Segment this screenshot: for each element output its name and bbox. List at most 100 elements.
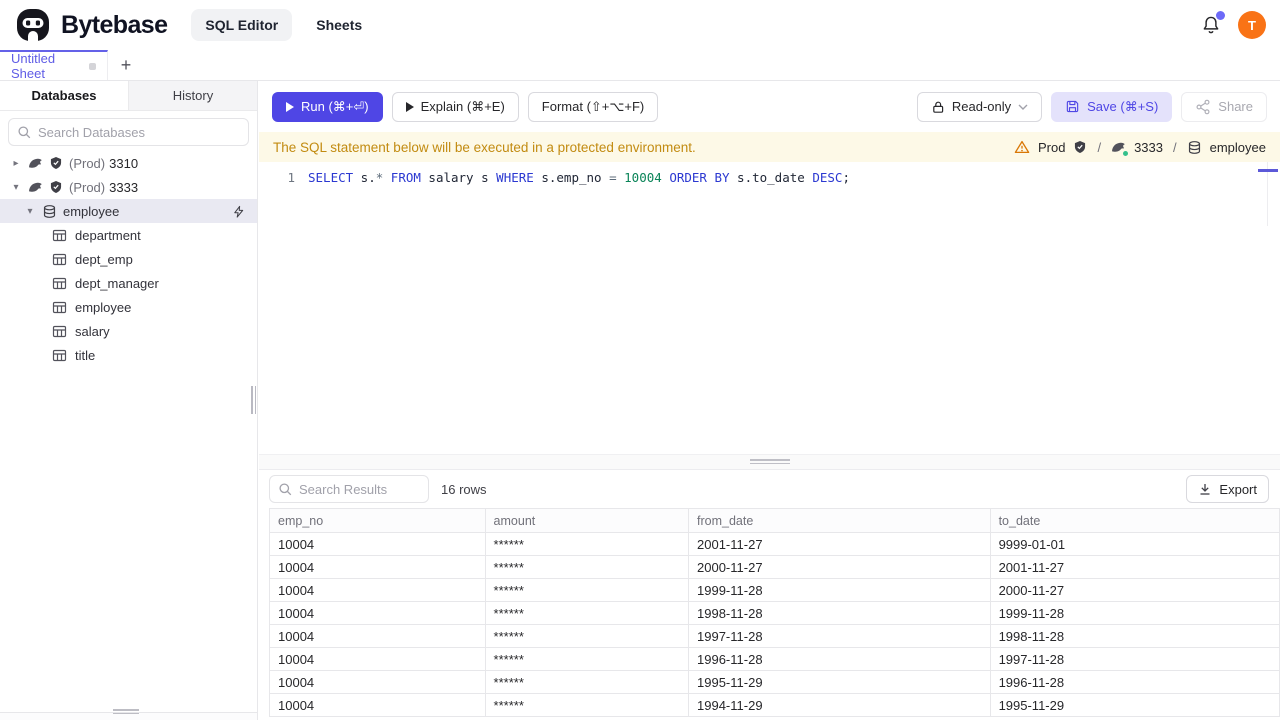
database-name: employee [63,203,120,219]
results-panel: 16 rows Export emp_noamountfrom_dateto_d… [259,470,1280,720]
tab-history[interactable]: History [129,81,257,110]
mysql-icon [28,156,43,171]
table-row[interactable]: 10004 ****** 1997-11-28 1998-11-28 [269,624,1280,648]
table-row[interactable]: 10004 ****** 2001-11-27 9999-01-01 [269,532,1280,556]
table-icon [52,348,67,363]
sidebar-resize-handle[interactable] [251,386,256,414]
protected-env-banner: The SQL statement below will be executed… [259,132,1280,162]
table-row[interactable]: 10004 ****** 1998-11-28 1999-11-28 [269,601,1280,625]
row-count: 16 rows [441,481,487,497]
sidebar-bottom-divider [0,709,257,720]
caret-down-icon[interactable]: ▾ [10,182,22,193]
database-label[interactable]: employee [1210,140,1266,155]
breadcrumb-separator: / [1097,139,1102,155]
notification-badge [1216,11,1225,20]
readonly-mode-button[interactable]: Read-only [916,91,1043,122]
table-row[interactable]: 10004 ****** 1999-11-28 2000-11-27 [269,578,1280,602]
lock-icon [931,100,945,114]
sidebar-table-item-salary[interactable]: salary [0,319,257,343]
results-table: emp_no amount from_date to_date 10004 ******… [269,508,1280,717]
toolbar-right: Read-only Save (⌘+S) Share [916,91,1267,122]
run-button[interactable]: Run (⌘+⏎) [272,91,383,122]
shield-icon [49,156,63,170]
table-name: department [75,227,141,243]
sheet-tabbar: Untitled Sheet + [0,50,1280,81]
sql-editor[interactable]: 1 SELECT s.* FROM salary s WHERE s.emp_n… [259,162,1280,454]
mysql-icon [1111,140,1129,156]
tab-databases[interactable]: Databases [0,81,129,110]
mysql-icon [28,180,43,195]
header-right: T [1201,11,1266,39]
play-icon [405,101,414,112]
splitter-handle-icon [749,459,790,466]
sidebar: Databases History ▸ (Pr [0,81,258,720]
instance-prod-3333[interactable]: ▾ (Prod) 3333 [0,175,257,199]
notifications-button[interactable] [1201,11,1225,35]
nav-sheets[interactable]: Sheets [302,9,376,41]
caret-right-icon[interactable]: ▸ [10,158,22,169]
sheet-tab-label: Untitled Sheet [11,51,56,81]
table-row[interactable]: 10004 ****** 1994-11-29 1995-11-29 [269,693,1280,717]
table-row[interactable]: 10004 ****** 1995-11-29 1996-11-28 [269,670,1280,694]
sidebar-table-item-dept_manager[interactable]: dept_manager [0,271,257,295]
database-icon [42,204,57,219]
instance-label[interactable]: 3333 [1134,140,1163,155]
results-toolbar: 16 rows Export [259,473,1280,505]
nav-sql-editor[interactable]: SQL Editor [191,9,293,41]
save-button[interactable]: Save (⌘+S) [1051,91,1173,122]
save-icon [1065,99,1080,114]
bytebase-logo[interactable]: Bytebase [14,6,168,44]
database-search[interactable] [8,118,249,146]
panel-splitter[interactable] [259,454,1280,470]
shield-icon [49,180,63,194]
share-button[interactable]: Share [1181,91,1267,122]
bytebase-logo-icon [14,6,52,44]
table-row[interactable]: 10004 ****** 1996-11-28 1997-11-28 [269,647,1280,671]
column-header-amount[interactable]: amount [484,508,690,533]
column-header-to_date[interactable]: to_date [989,508,1280,533]
search-databases-input[interactable] [38,124,240,140]
avatar[interactable]: T [1238,11,1266,39]
search-results-input[interactable] [299,481,420,497]
results-search[interactable] [269,475,429,503]
environment-label[interactable]: Prod [1038,140,1065,155]
top-nav: SQL Editor Sheets [191,9,376,41]
instance-prod-3310[interactable]: ▸ (Prod) 3310 [0,151,257,175]
export-button[interactable]: Export [1186,475,1269,503]
brand-name: Bytebase [61,10,168,39]
format-button[interactable]: Format (⇧+⌥+F) [527,91,659,122]
sql-line-1: 1 SELECT s.* FROM salary s WHERE s.emp_n… [259,168,1264,187]
table-name: title [75,347,96,363]
column-header-emp_no[interactable]: emp_no [269,508,486,533]
table-name: dept_emp [75,251,133,267]
database-item-employee[interactable]: ▾ employee [0,199,257,223]
editor-toolbar: Run (⌘+⏎) Explain (⌘+E) Format (⇧+⌥+F) R… [259,81,1280,132]
column-header-from_date[interactable]: from_date [688,508,991,533]
search-icon [17,125,31,139]
caret-down-icon[interactable]: ▾ [24,206,36,217]
explain-button[interactable]: Explain (⌘+E) [391,91,519,122]
shield-icon [1073,140,1087,154]
table-icon [52,324,67,339]
table-name: employee [75,299,132,315]
sql-code-line: SELECT s.* FROM salary s WHERE s.emp_no … [308,170,850,185]
bolt-icon[interactable] [232,205,245,218]
line-number: 1 [287,170,295,185]
sidebar-table-item-employee[interactable]: employee [0,295,257,319]
results-header-row: emp_no amount from_date to_date [269,508,1280,533]
sidebar-bottom-resize-handle[interactable] [113,709,139,716]
sidebar-table-item-department[interactable]: department [0,223,257,247]
table-row[interactable]: 10004 ****** 2000-11-27 2001-11-27 [269,555,1280,579]
table-icon [52,252,67,267]
table-icon [52,300,67,315]
sidebar-table-item-title[interactable]: title [0,343,257,367]
warning-icon [1014,139,1030,155]
sidebar-table-item-dept_emp[interactable]: dept_emp [0,247,257,271]
database-tree: ▸ (Prod) 3310 ▾ (Prod) 3333 ▾ employee d… [0,151,257,367]
app-header: Bytebase SQL Editor Sheets T [0,0,1280,50]
sidebar-table-list: department dept_emp dept_manager employee sa… [0,223,257,367]
sheet-tab-untitled[interactable]: Untitled Sheet [0,50,108,81]
instance-label: (Prod) 3333 [69,179,139,195]
chevron-down-icon [1018,103,1028,111]
new-sheet-button[interactable]: + [108,50,144,80]
